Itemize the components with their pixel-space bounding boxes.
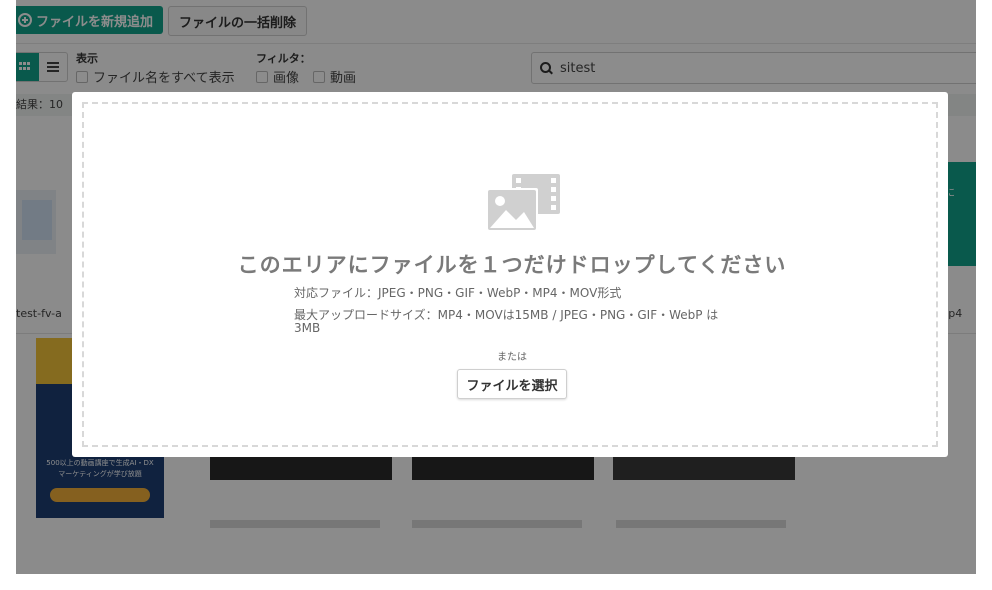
or-separator: または xyxy=(497,352,527,363)
screenshot-frame: ファイルを新規追加 ファイルの一括削除 表示 ファイル名をすべて表示 フィルタ：… xyxy=(16,0,976,574)
file-dropzone[interactable]: このエリアにファイルを１つだけドロップしてください 対応ファイル：JPEG・PN… xyxy=(82,102,938,447)
dropzone-title: このエリアにファイルを１つだけドロップしてください xyxy=(237,253,787,277)
media-upload-icon xyxy=(486,174,560,232)
max-upload-size: 最大アップロードサイズ：MP4・MOVは15MB / JPEG・PNG・GIF・… xyxy=(294,308,719,335)
select-file-button[interactable]: ファイルを選択 xyxy=(457,369,567,399)
upload-modal: このエリアにファイルを１つだけドロップしてください 対応ファイル：JPEG・PN… xyxy=(72,92,948,457)
supported-formats: 対応ファイル：JPEG・PNG・GIF・WebP・MP4・MOV形式 xyxy=(294,286,622,300)
media-library-page: ファイルを新規追加 ファイルの一括削除 表示 ファイル名をすべて表示 フィルタ：… xyxy=(16,0,976,574)
